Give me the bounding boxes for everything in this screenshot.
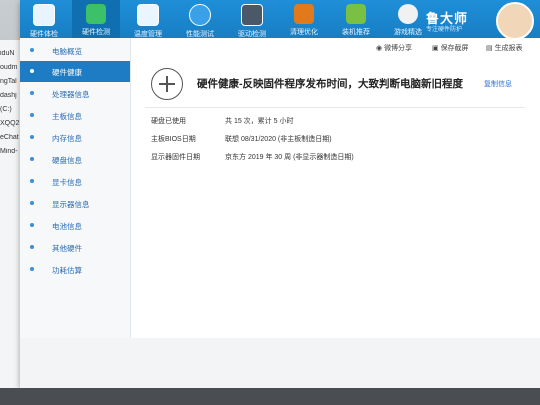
generate-report-button[interactable]: ▤ 生成报表 bbox=[486, 43, 523, 53]
sidebar-item-power-estimate[interactable]: 功耗估算 bbox=[20, 259, 130, 280]
tool-driver[interactable]: 驱动检测 bbox=[228, 0, 276, 38]
thermometer-icon bbox=[137, 4, 159, 26]
report-icon: ▤ bbox=[486, 45, 495, 52]
sidebar-item-label: 硬件健康 bbox=[52, 68, 82, 77]
sidebar-item-cpu[interactable]: 处理器信息 bbox=[20, 83, 130, 104]
main-panel: 硬件健康-反映固件程序发布时间，大致判断电脑新旧程度 复制信息 硬盘已使用 共 … bbox=[131, 58, 540, 338]
tool-cleanup[interactable]: 清理优化 bbox=[280, 0, 328, 38]
background-window-line: iduN bbox=[0, 50, 15, 57]
background-window-line: ngTal bbox=[0, 78, 17, 85]
page-title: 硬件健康-反映固件程序发布时间，大致判断电脑新旧程度 bbox=[197, 78, 463, 90]
monitor-bezel bbox=[0, 388, 540, 405]
info-value: 共 15 次，累计 5 小时 bbox=[225, 118, 294, 125]
tool-hardware-checkup[interactable]: 硬件体检 bbox=[20, 0, 68, 38]
info-value: 京东方 2019 年 30 周 (非显示器制造日期) bbox=[225, 154, 354, 161]
tool-build-recommend[interactable]: 装机推荐 bbox=[332, 0, 380, 38]
chip-icon bbox=[86, 4, 106, 24]
tool-label: 装机推荐 bbox=[342, 29, 370, 36]
divider bbox=[145, 107, 525, 108]
sidebar-item-label: 处理器信息 bbox=[52, 90, 90, 99]
save-screenshot-button[interactable]: ▣ 保存截屏 bbox=[432, 43, 469, 53]
weibo-share-label: 微博分享 bbox=[384, 45, 413, 52]
weibo-share-button[interactable]: ◉ 微博分享 bbox=[376, 43, 412, 53]
sidebar-item-disk[interactable]: 硬盘信息 bbox=[20, 149, 130, 170]
cube-icon bbox=[346, 4, 366, 24]
generate-report-label: 生成报表 bbox=[494, 45, 523, 52]
info-key: 显示器固件日期 bbox=[151, 154, 200, 161]
sidebar-item-hardware-health[interactable]: 硬件健康 bbox=[20, 61, 130, 82]
sidebar-item-label: 其他硬件 bbox=[52, 244, 82, 253]
sidebar-item-label: 显示器信息 bbox=[52, 200, 90, 209]
sidebar-item-label: 内存信息 bbox=[52, 134, 82, 143]
background-window-line: Mind- bbox=[0, 148, 18, 155]
bullet-icon bbox=[30, 201, 34, 205]
sidebar: 电脑概览 硬件健康 处理器信息 主板信息 内存信息 硬盘信息 显卡信息 显示器信… bbox=[20, 38, 131, 338]
tool-temperature[interactable]: 温度管理 bbox=[124, 0, 172, 38]
brand: 鲁大师 专注硬件防护 bbox=[414, 2, 534, 40]
tool-label: 硬件检测 bbox=[82, 29, 110, 36]
camera-icon: ▣ bbox=[432, 45, 441, 52]
copy-info-link[interactable]: 复制信息 bbox=[484, 79, 512, 89]
sidebar-item-gpu[interactable]: 显卡信息 bbox=[20, 171, 130, 192]
tool-hardware-detect[interactable]: 硬件检测 bbox=[72, 0, 120, 38]
bullet-icon bbox=[30, 245, 34, 249]
background-window-line: oudm bbox=[0, 64, 18, 71]
sidebar-item-label: 电脑概览 bbox=[52, 47, 82, 56]
gear-icon bbox=[241, 4, 263, 26]
bullet-icon bbox=[30, 135, 34, 139]
broom-icon bbox=[294, 4, 314, 24]
bullet-icon bbox=[30, 48, 34, 52]
bullet-icon bbox=[30, 69, 34, 73]
sidebar-item-label: 主板信息 bbox=[52, 112, 82, 121]
monitor-icon bbox=[33, 4, 55, 26]
bullet-icon bbox=[30, 157, 34, 161]
plus-icon bbox=[151, 68, 183, 100]
app-window: 硬件体检 硬件检测 温度管理 性能测试 驱动检测 清理优化 装机推荐 游戏精选 bbox=[20, 0, 540, 388]
sidebar-item-battery[interactable]: 电池信息 bbox=[20, 215, 130, 236]
sidebar-item-memory[interactable]: 内存信息 bbox=[20, 127, 130, 148]
info-key: 主板BIOS日期 bbox=[151, 136, 196, 143]
tool-label: 清理优化 bbox=[290, 29, 318, 36]
sidebar-item-label: 显卡信息 bbox=[52, 178, 82, 187]
sidebar-item-label: 电池信息 bbox=[52, 222, 82, 231]
info-value: 联想 08/31/2020 (非主板制造日期) bbox=[225, 136, 332, 143]
brand-tagline: 专注硬件防护 bbox=[426, 27, 463, 33]
background-window-line: dashj bbox=[0, 92, 17, 99]
tool-performance[interactable]: 性能测试 bbox=[176, 0, 224, 38]
gauge-icon bbox=[189, 4, 211, 26]
share-icon: ◉ bbox=[376, 45, 385, 52]
sidebar-item-label: 功耗估算 bbox=[52, 266, 82, 275]
bullet-icon bbox=[30, 267, 34, 271]
background-window-line: XQQ2 bbox=[0, 120, 20, 127]
bullet-icon bbox=[30, 179, 34, 183]
sidebar-item-overview[interactable]: 电脑概览 bbox=[20, 40, 130, 61]
top-toolbar: 硬件体检 硬件检测 温度管理 性能测试 驱动检测 清理优化 装机推荐 游戏精选 bbox=[20, 0, 540, 40]
sidebar-item-motherboard[interactable]: 主板信息 bbox=[20, 105, 130, 126]
sidebar-item-other-hardware[interactable]: 其他硬件 bbox=[20, 237, 130, 258]
bullet-icon bbox=[30, 91, 34, 95]
bullet-icon bbox=[30, 223, 34, 227]
bullet-icon bbox=[30, 113, 34, 117]
background-window-line: (C:) bbox=[0, 106, 12, 113]
background-window-line: eChat bbox=[0, 134, 19, 141]
mascot-avatar-icon bbox=[496, 2, 534, 40]
info-key: 硬盘已使用 bbox=[151, 118, 186, 125]
save-screenshot-label: 保存截屏 bbox=[440, 45, 469, 52]
sidebar-item-display[interactable]: 显示器信息 bbox=[20, 193, 130, 214]
sidebar-item-label: 硬盘信息 bbox=[52, 156, 82, 165]
